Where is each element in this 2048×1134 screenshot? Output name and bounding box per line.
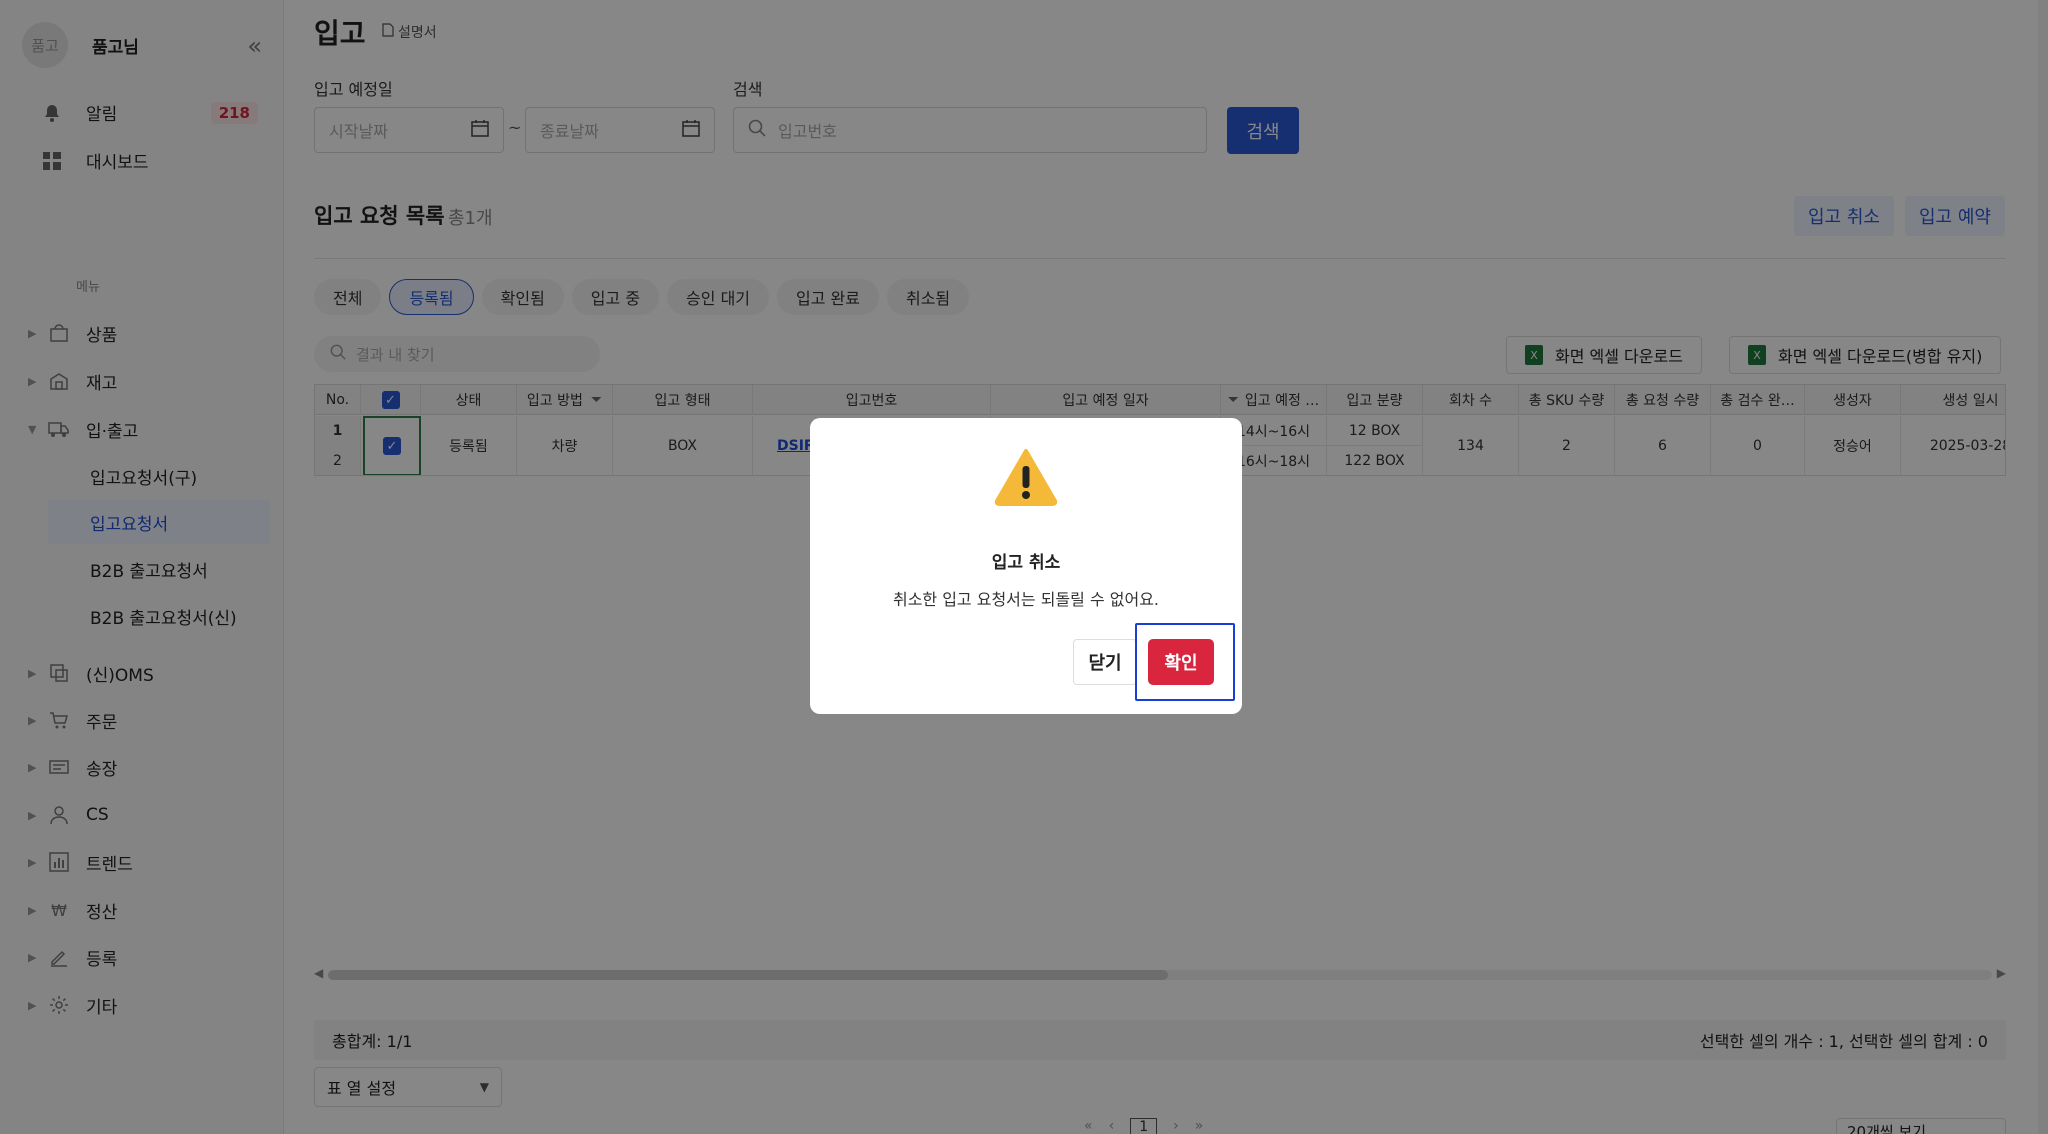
dialog-message: 취소한 입고 요청서는 되돌릴 수 없어요.	[892, 590, 1160, 609]
close-button[interactable]: 닫기	[1073, 639, 1137, 685]
dialog-title: 입고 취소	[991, 553, 1061, 573]
warning-icon	[994, 448, 1058, 510]
cancel-inbound-dialog: 입고 취소 취소한 입고 요청서는 되돌릴 수 없어요. 닫기 확인	[810, 418, 1242, 714]
confirm-button[interactable]: 확인	[1148, 639, 1214, 685]
